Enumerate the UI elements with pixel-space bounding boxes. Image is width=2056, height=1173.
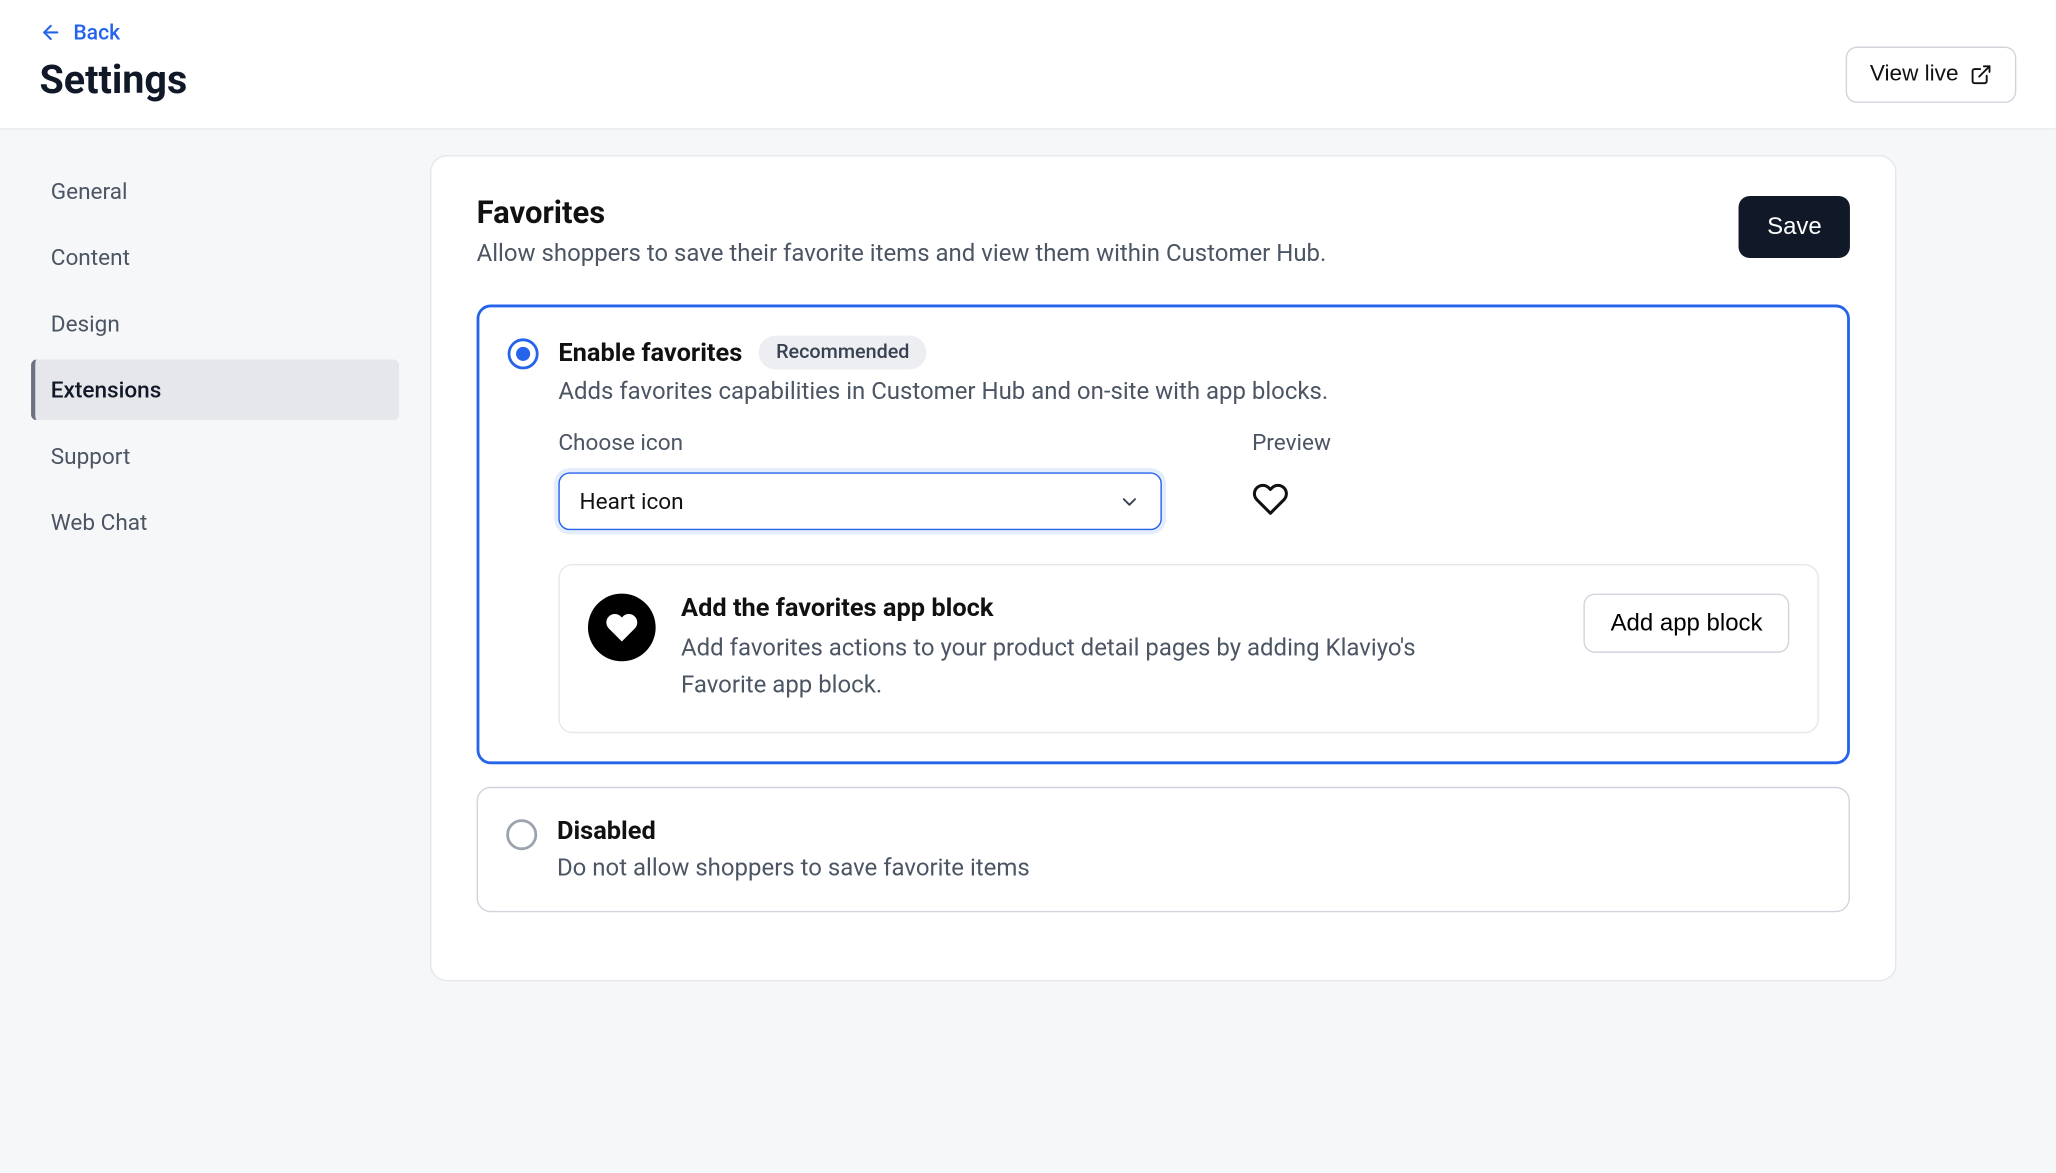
option-enable-favorites[interactable]: Enable favorites Recommended Adds favori… — [477, 305, 1850, 765]
heart-icon — [1252, 481, 1289, 518]
save-button[interactable]: Save — [1739, 196, 1850, 258]
view-live-label: View live — [1870, 62, 1959, 87]
recommended-badge: Recommended — [759, 336, 926, 370]
view-live-button[interactable]: View live — [1846, 47, 2016, 103]
option-title: Enable favorites — [558, 338, 742, 368]
option-title: Disabled — [557, 816, 656, 846]
sidebar-item-webchat[interactable]: Web Chat — [31, 492, 399, 553]
settings-sidebar: General Content Design Extensions Suppor… — [0, 130, 430, 1173]
add-app-block-button[interactable]: Add app block — [1584, 594, 1790, 653]
radio-enable[interactable] — [508, 338, 539, 369]
sidebar-item-content[interactable]: Content — [31, 227, 399, 288]
option-subtitle: Adds favorites capabilities in Customer … — [558, 378, 1819, 406]
preview-label: Preview — [1252, 429, 1331, 456]
back-link[interactable]: Back — [39, 20, 120, 45]
sidebar-item-label: Design — [51, 310, 120, 337]
favorites-card: Favorites Allow shoppers to save their f… — [430, 155, 1896, 981]
choose-icon-label: Choose icon — [558, 429, 1161, 456]
icon-select-value: Heart icon — [580, 488, 684, 515]
sidebar-item-label: Support — [51, 443, 131, 470]
sidebar-item-general[interactable]: General — [31, 161, 399, 222]
sidebar-item-extensions[interactable]: Extensions — [31, 360, 399, 421]
add-app-block-card: Add the favorites app block Add favorite… — [558, 564, 1819, 733]
option-disabled[interactable]: Disabled Do not allow shoppers to save f… — [477, 787, 1850, 912]
sidebar-item-design[interactable]: Design — [31, 293, 399, 354]
heart-circle-icon — [588, 594, 656, 662]
page-header: Back Settings View live — [0, 0, 2056, 130]
sub-card-desc: Add favorites actions to your product de… — [681, 632, 1471, 704]
sidebar-item-label: Extensions — [51, 376, 162, 403]
card-description: Allow shoppers to save their favorite it… — [477, 240, 1327, 268]
chevron-down-icon — [1118, 490, 1141, 513]
arrow-left-icon — [39, 21, 62, 44]
sub-card-title: Add the favorites app block — [681, 594, 1558, 624]
sidebar-item-label: Web Chat — [51, 509, 148, 536]
icon-select[interactable]: Heart icon — [558, 472, 1161, 530]
page-title: Settings — [39, 56, 187, 103]
heart-icon — [605, 611, 639, 645]
card-title: Favorites — [477, 196, 1327, 231]
option-subtitle: Do not allow shoppers to save favorite i… — [557, 854, 1820, 882]
sidebar-item-label: Content — [51, 244, 130, 271]
sidebar-item-support[interactable]: Support — [31, 426, 399, 487]
preview-heart-icon — [1252, 472, 1331, 523]
external-link-icon — [1970, 63, 1993, 86]
sidebar-item-label: General — [51, 178, 128, 205]
back-label: Back — [73, 20, 120, 45]
radio-disabled[interactable] — [506, 819, 537, 850]
